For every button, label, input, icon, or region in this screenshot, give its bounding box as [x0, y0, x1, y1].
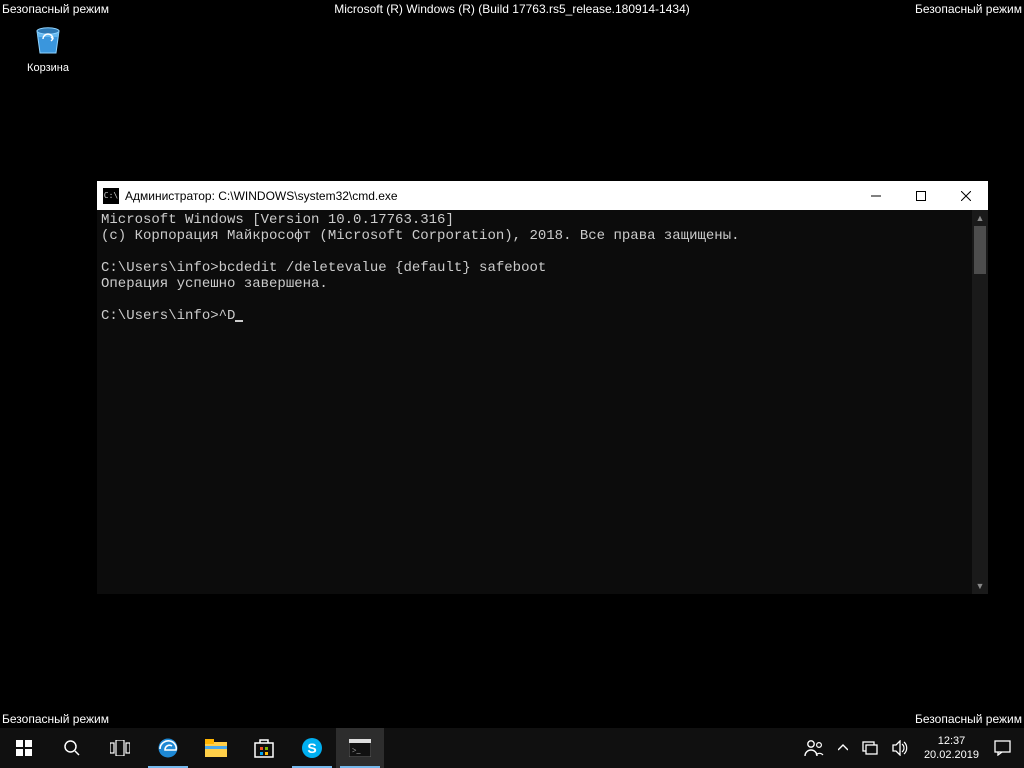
terminal-line: C:\Users\info>bcdedit /deletevalue {defa…	[101, 260, 546, 276]
cmd-taskbar-button[interactable]: >_	[336, 728, 384, 768]
scrollbar-thumb[interactable]	[974, 226, 986, 274]
taskbar-spacer	[384, 728, 797, 768]
safemode-label-bottom-left: Безопасный режим	[2, 712, 109, 726]
scroll-down-arrow[interactable]: ▼	[972, 578, 988, 594]
tray-overflow-button[interactable]	[831, 728, 855, 768]
safemode-label-top-right: Безопасный режим	[915, 2, 1022, 16]
recycle-bin-icon	[28, 18, 68, 58]
volume-icon[interactable]	[885, 728, 916, 768]
recycle-bin[interactable]: Корзина	[16, 18, 80, 74]
build-label: Microsoft (R) Windows (R) (Build 17763.r…	[334, 2, 690, 16]
terminal-line: Операция успешно завершена.	[101, 276, 328, 292]
minimize-button[interactable]	[853, 181, 898, 210]
terminal-line: Microsoft Windows [Version 10.0.17763.31…	[101, 212, 454, 228]
window-title: Администратор: C:\WINDOWS\system32\cmd.e…	[125, 189, 853, 203]
people-button[interactable]	[797, 728, 831, 768]
recycle-bin-label: Корзина	[16, 62, 80, 74]
action-center-button[interactable]	[987, 728, 1018, 768]
cmd-window[interactable]: C:\ Администратор: C:\WINDOWS\system32\c…	[97, 181, 988, 594]
taskbar: S >_ 12:37 20.02.2019	[0, 728, 1024, 768]
scroll-up-arrow[interactable]: ▲	[972, 210, 988, 226]
clock-time: 12:37	[938, 734, 966, 748]
close-button[interactable]	[943, 181, 988, 210]
skype-taskbar-button[interactable]: S	[288, 728, 336, 768]
cmd-icon: C:\	[103, 188, 119, 204]
network-icon[interactable]	[855, 728, 885, 768]
svg-text:>_: >_	[352, 746, 362, 755]
scrollbar[interactable]: ▲ ▼	[972, 210, 988, 594]
clock[interactable]: 12:37 20.02.2019	[916, 734, 987, 762]
store-taskbar-button[interactable]	[240, 728, 288, 768]
terminal-output[interactable]: Microsoft Windows [Version 10.0.17763.31…	[97, 210, 972, 594]
titlebar[interactable]: C:\ Администратор: C:\WINDOWS\system32\c…	[97, 181, 988, 210]
terminal-line: C:\Users\info>^D	[101, 308, 235, 324]
text-cursor	[235, 320, 243, 322]
search-button[interactable]	[48, 728, 96, 768]
terminal-line: (c) Корпорация Майкрософт (Microsoft Cor…	[101, 228, 740, 244]
system-tray: 12:37 20.02.2019	[797, 728, 1024, 768]
file-explorer-taskbar-button[interactable]	[192, 728, 240, 768]
task-view-button[interactable]	[96, 728, 144, 768]
safemode-label-bottom-right: Безопасный режим	[915, 712, 1022, 726]
clock-date: 20.02.2019	[924, 748, 979, 762]
svg-text:S: S	[307, 740, 316, 756]
start-button[interactable]	[0, 728, 48, 768]
maximize-button[interactable]	[898, 181, 943, 210]
edge-taskbar-button[interactable]	[144, 728, 192, 768]
safemode-label-top-left: Безопасный режим	[2, 2, 109, 16]
